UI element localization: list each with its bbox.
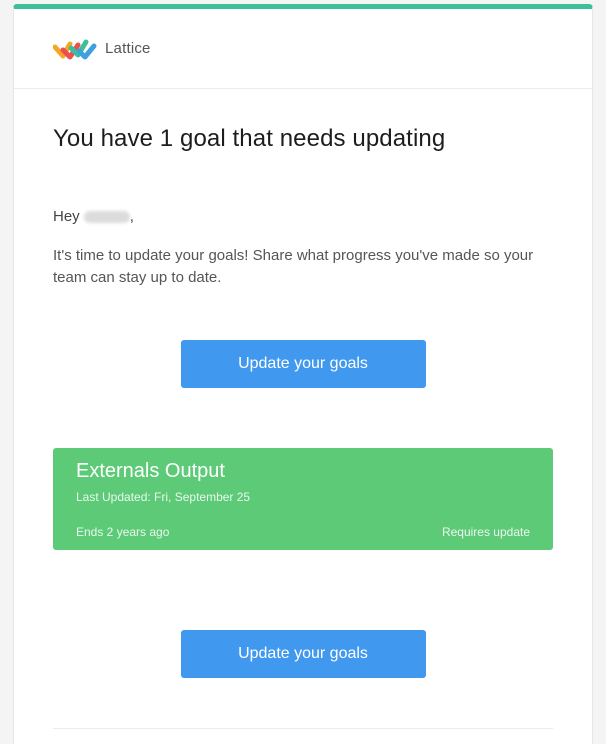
logo-text: Lattice: [105, 40, 151, 57]
footer-divider: [53, 728, 553, 729]
greeting-comma: ,: [129, 208, 134, 225]
goal-ends: Ends 2 years ago: [76, 525, 170, 539]
goal-footer: Ends 2 years ago Requires update: [76, 525, 530, 539]
greeting: Hey ,: [53, 208, 553, 225]
email-body: You have 1 goal that needs updating Hey …: [14, 125, 592, 729]
lattice-logo-icon: [53, 39, 97, 59]
lattice-logo[interactable]: Lattice: [53, 34, 151, 64]
email-card: Lattice You have 1 goal that needs updat…: [13, 4, 593, 744]
update-goals-button-bottom[interactable]: Update your goals: [180, 630, 426, 678]
email-header: Lattice: [14, 9, 592, 89]
goal-status: Requires update: [441, 525, 530, 539]
goal-title: Externals Output: [76, 460, 225, 482]
update-goals-button[interactable]: Update your goals: [180, 340, 426, 388]
greeting-text: Hey: [53, 208, 80, 225]
email-heading: You have 1 goal that needs updating: [53, 125, 446, 152]
primary-cta-wrap: Update your goals: [53, 340, 553, 388]
goal-last-updated: Last Updated: Fri, September 25: [76, 490, 251, 504]
goal-card[interactable]: Externals Output Last Updated: Fri, Sept…: [53, 448, 553, 550]
email-message: It's time to update your goals! Share wh…: [53, 247, 534, 286]
secondary-cta-wrap: Update your goals: [53, 630, 553, 678]
redacted-name: [83, 210, 130, 223]
